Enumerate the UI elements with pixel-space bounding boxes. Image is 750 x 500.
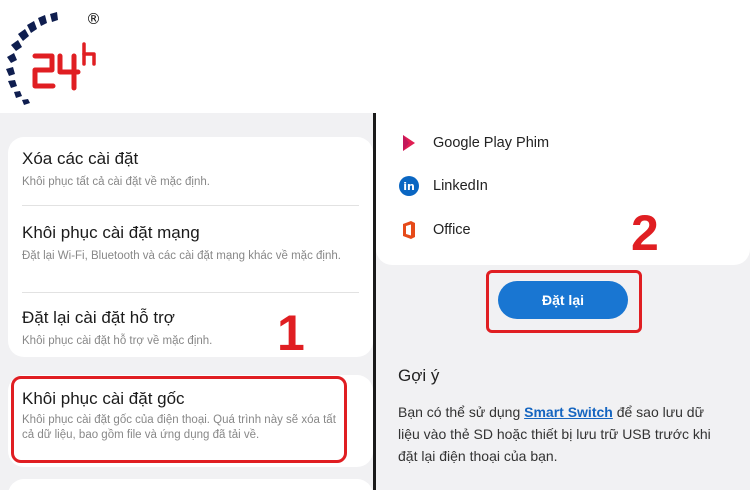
reset-button[interactable]: Đặt lại	[498, 281, 628, 319]
hint-text: Bạn có thể sử dụng Smart Switch để sao l…	[398, 401, 728, 467]
registered-mark: ®	[86, 10, 101, 28]
reset-options-card: Xóa các cài đặt Khôi phục tất cả cài đặt…	[8, 137, 373, 357]
factory-reset-confirm-panel: Google Play Phim in LinkedIn Office 2 Đặ…	[376, 113, 750, 490]
step-number-2: 2	[631, 205, 659, 261]
app-item-office: Office	[398, 218, 471, 242]
app-item-google-play-movies: Google Play Phim	[398, 131, 549, 155]
app-name: LinkedIn	[433, 178, 488, 194]
reset-network-item[interactable]: Khôi phục cài đặt mạng Đặt lại Wi-Fi, Bl…	[22, 223, 359, 264]
office-icon	[398, 219, 420, 241]
divider	[22, 205, 359, 206]
apps-list-card: Google Play Phim in LinkedIn Office	[376, 113, 750, 265]
reset-settings-item[interactable]: Xóa các cài đặt Khôi phục tất cả cài đặt…	[22, 149, 359, 190]
reset-accessibility-item[interactable]: Đặt lại cài đặt hỗ trợ Khôi phục cài đặt…	[22, 308, 359, 349]
google-play-movies-icon	[398, 132, 420, 154]
linkedin-icon-text: in	[399, 176, 419, 196]
hint-text-before: Bạn có thể sử dụng	[398, 404, 525, 420]
logo-24h: ®	[0, 0, 120, 108]
factory-reset-highlight	[11, 376, 347, 463]
app-name: Office	[433, 222, 471, 238]
reset-accessibility-subtitle: Khôi phục cài đặt hỗ trợ về mặc định.	[22, 335, 213, 347]
settings-reset-panel: Xóa các cài đặt Khôi phục tất cả cài đặt…	[0, 113, 373, 490]
next-card	[8, 479, 373, 490]
hint-title: Gợi ý	[398, 366, 440, 385]
linkedin-icon: in	[398, 175, 420, 197]
reset-network-title: Khôi phục cài đặt mạng	[22, 223, 200, 242]
logo-24h-icon	[6, 12, 96, 105]
reset-settings-subtitle: Khôi phục tất cả cài đặt về mặc định.	[22, 176, 210, 188]
smart-switch-link[interactable]: Smart Switch	[524, 404, 613, 420]
app-name: Google Play Phim	[433, 135, 550, 151]
reset-network-subtitle: Đặt lại Wi-Fi, Bluetooth và các cài đặt …	[22, 250, 341, 262]
divider	[22, 292, 359, 293]
app-item-linkedin: in LinkedIn	[398, 174, 488, 198]
reset-accessibility-title: Đặt lại cài đặt hỗ trợ	[22, 308, 175, 327]
reset-settings-title: Xóa các cài đặt	[22, 149, 139, 168]
step-number-1: 1	[277, 305, 305, 361]
